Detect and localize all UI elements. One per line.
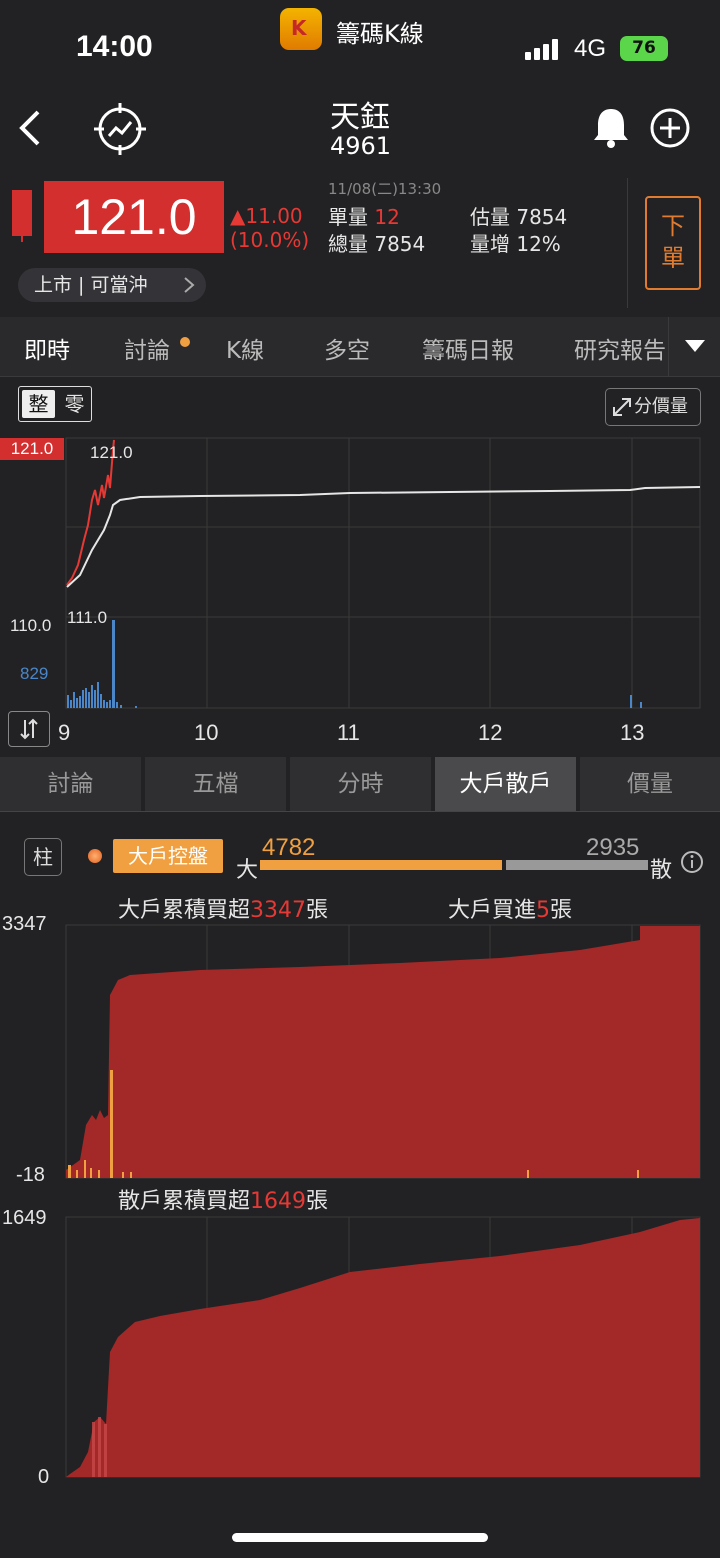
intraday-chart — [65, 437, 701, 709]
whole-lot-option[interactable]: 整 — [22, 390, 55, 418]
plus-circle-icon — [650, 108, 690, 148]
whole-odd-toggle[interactable]: 整 零 — [18, 386, 92, 422]
price-change: ▲11.00 (10.0%) — [230, 204, 309, 252]
x-tick: 10 — [194, 720, 219, 745]
small-cumulative-chart — [65, 1216, 701, 1478]
trend-target-button[interactable] — [94, 103, 146, 155]
change-percent: (10.0%) — [230, 228, 310, 252]
dropdown-triangle-icon — [685, 340, 705, 352]
small-cumulative-title: 散戶累積買超1649張 — [118, 1189, 329, 1214]
price-low-label: 110.0 — [10, 616, 52, 635]
single-volume: 單量 12 — [328, 205, 400, 229]
volume-max-label: 829 — [20, 664, 49, 683]
main-tabs: 即時 討論 K線 多空 籌碼日報 研究報告 — [0, 317, 720, 377]
more-tabs-button[interactable] — [668, 317, 720, 376]
price-high-label: 121.0 — [0, 438, 64, 460]
battery-icon: 76 — [620, 36, 668, 61]
big-cumulative-chart — [65, 924, 701, 1179]
small-value: 2935 — [586, 834, 640, 861]
x-tick: 12 — [478, 720, 503, 745]
add-watchlist-button[interactable] — [648, 106, 692, 150]
big-ratio-bar — [260, 860, 502, 870]
divider — [627, 178, 628, 308]
back-arrow-icon — [19, 110, 40, 146]
price-low-annotation: 111.0 — [67, 608, 108, 627]
new-dot-icon — [180, 337, 190, 347]
total-volume: 總量 7854 — [328, 232, 426, 256]
big-value: 4782 — [262, 834, 316, 861]
tab-long-short[interactable]: 多空 — [324, 331, 370, 365]
chevron-right-icon — [184, 277, 195, 293]
app-name: 籌碼K線 — [336, 20, 424, 48]
small-label: 散 — [650, 858, 673, 883]
swap-axis-button[interactable] — [8, 711, 50, 747]
x-tick: 9 — [58, 720, 71, 745]
tab-discussion[interactable]: 討論 — [124, 331, 170, 365]
swap-arrows-icon — [20, 718, 38, 740]
volume-bars — [67, 620, 642, 708]
small-y-min: 0 — [38, 1466, 50, 1488]
quote-datetime: 11/08(二)13:30 — [328, 180, 442, 198]
divider — [0, 811, 720, 812]
big-y-max: 3347 — [2, 913, 47, 935]
big-control-badge[interactable]: 大戶控盤 — [113, 839, 223, 873]
expand-icon — [613, 398, 631, 416]
average-line — [66, 486, 701, 588]
stock-code: 4961 — [330, 132, 392, 160]
crosshair-trend-icon — [94, 103, 146, 155]
bar-mode-button[interactable]: 柱 — [24, 838, 62, 876]
back-button[interactable] — [10, 106, 50, 150]
price-volume-button[interactable]: 分價量 — [605, 388, 701, 426]
bell-icon — [594, 109, 628, 148]
tab-research[interactable]: 研究報告 — [574, 331, 668, 365]
change-value: ▲11.00 — [230, 204, 303, 228]
tab-realtime[interactable]: 即時 — [24, 331, 70, 365]
small-ratio-bar — [506, 860, 648, 870]
x-tick: 13 — [620, 720, 645, 745]
tab-chip-daily[interactable]: 籌碼日報 — [422, 331, 514, 365]
big-label: 大 — [236, 858, 259, 883]
tab-price-volume[interactable]: 價量 — [580, 757, 720, 811]
info-icon[interactable] — [680, 850, 704, 874]
indicator-dot-icon — [88, 849, 102, 863]
estimated-volume: 估量 7854 — [470, 205, 568, 229]
alert-button[interactable] — [588, 104, 634, 150]
candle-icon — [12, 190, 32, 242]
small-cumulative-area — [66, 1218, 700, 1477]
place-order-button[interactable]: 下單 — [645, 196, 701, 290]
tab-discussion-detail[interactable]: 討論 — [0, 757, 141, 811]
last-price: 121.0 — [44, 181, 224, 253]
volume-increase: 量增 12% — [470, 232, 561, 256]
detail-tabs: 討論 五檔 分時 大戶散戶 價量 — [0, 757, 720, 811]
tab-big-small[interactable]: 大戶散戶 — [435, 757, 576, 811]
clock: 14:00 — [76, 30, 153, 63]
stock-name: 天鈺 — [330, 100, 390, 135]
x-tick: 11 — [337, 720, 360, 745]
network-type: 4G — [574, 35, 607, 62]
small-y-max: 1649 — [2, 1207, 47, 1229]
price-high-annotation: 121.0 — [90, 443, 133, 462]
big-cumulative-area — [66, 926, 700, 1178]
app-icon: K — [280, 8, 322, 50]
tab-time-sales[interactable]: 分時 — [290, 757, 431, 811]
status-bar: 14:00 K 籌碼K線 4G 76 — [0, 0, 720, 90]
market-tag[interactable]: 上市 | 可當沖 — [18, 268, 206, 302]
odd-lot-option[interactable]: 零 — [58, 387, 91, 421]
big-y-min: -18 — [16, 1164, 45, 1186]
home-indicator[interactable] — [232, 1533, 488, 1542]
tab-five-levels[interactable]: 五檔 — [145, 757, 286, 811]
tab-kline[interactable]: K線 — [226, 331, 264, 365]
